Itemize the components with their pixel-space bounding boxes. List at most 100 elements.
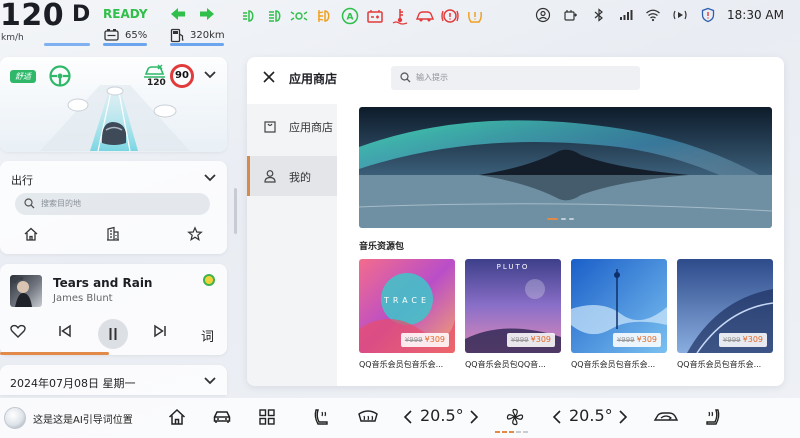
artist-name: James Blunt	[53, 293, 113, 304]
signal-icon	[620, 10, 633, 20]
company-icon[interactable]	[105, 226, 121, 242]
original-price: ¥999	[510, 336, 529, 344]
previous-track-icon[interactable]	[58, 324, 72, 338]
album-art[interactable]	[10, 275, 42, 307]
sidebar-item-label: 应用商店	[289, 121, 333, 134]
fan-icon[interactable]	[505, 407, 525, 427]
car-icon[interactable]	[212, 407, 232, 427]
product-tile[interactable]: ¥999 ¥309	[677, 259, 773, 353]
brake-warning-icon	[441, 9, 459, 23]
temp-left-down-icon[interactable]	[403, 409, 413, 425]
home-icon[interactable]	[23, 226, 39, 242]
shield-icon	[701, 7, 715, 23]
chevron-down-icon[interactable]	[203, 376, 217, 386]
temp-left-up-icon[interactable]	[469, 409, 479, 425]
sidebar-item-mine[interactable]: 我的	[247, 156, 337, 196]
store-sidebar: 应用商店 我的	[247, 104, 337, 386]
store-search-input[interactable]: 输入提示	[391, 66, 640, 90]
lane-view	[40, 85, 190, 151]
sale-price: ¥309	[530, 335, 551, 344]
battery-percent: 65%	[125, 30, 148, 41]
pager-dot-active[interactable]	[547, 218, 558, 220]
defrost-icon[interactable]	[357, 407, 379, 427]
product-caption[interactable]: QQ音乐会员包音乐会...	[359, 359, 455, 370]
battery-icon	[104, 29, 119, 41]
album-cover-image	[12, 277, 32, 307]
original-price: ¥999	[616, 336, 635, 344]
home-icon[interactable]	[167, 407, 187, 427]
product-caption[interactable]: QQ音乐会员包QQ音...	[465, 359, 561, 370]
seat-heat-right-icon[interactable]	[702, 407, 722, 427]
wifi-icon[interactable]	[645, 7, 661, 23]
auto-hold-icon: A	[341, 7, 359, 25]
sidebar-item-app-store[interactable]: 应用商店	[247, 106, 337, 146]
apps-grid-icon[interactable]	[257, 407, 277, 427]
bottom-dock: 这是这是AI引导词位置 20.5° 20.5°	[0, 398, 800, 438]
drive-mode-chip[interactable]: 舒适	[10, 70, 36, 83]
favorite-icon[interactable]	[187, 226, 203, 242]
range-bar	[170, 43, 224, 46]
status-bar: 120 km/h D READY 65% 320km A 18:30 AM	[0, 0, 800, 48]
bluetooth-icon[interactable]	[591, 7, 607, 23]
driving-assist-card[interactable]: 舒适 120 90	[0, 57, 227, 152]
fan-level-segment-off	[516, 431, 521, 433]
parking-light-icon	[243, 10, 254, 22]
ai-assistant-button[interactable]	[4, 407, 26, 429]
fog-light-icon	[317, 10, 330, 22]
product-tile[interactable]: TRACE ¥999 ¥309	[359, 259, 455, 353]
search-icon	[400, 72, 411, 83]
price-tag: ¥999 ¥309	[506, 333, 555, 347]
battery-bar	[103, 43, 147, 46]
fuel-icon	[170, 28, 184, 43]
cover-text: TRACE	[383, 296, 430, 305]
next-track-icon[interactable]	[153, 324, 167, 338]
play-pause-button[interactable]	[98, 319, 128, 349]
pager-dot[interactable]	[561, 218, 566, 220]
lyrics-button[interactable]: 词	[201, 326, 214, 345]
heart-icon[interactable]	[10, 324, 26, 338]
temp-right-down-icon[interactable]	[552, 409, 562, 425]
air-circulation-icon[interactable]	[653, 407, 679, 427]
ready-indicator: READY	[103, 7, 148, 21]
speed-unit: km/h	[1, 33, 24, 43]
price-tag: ¥999 ¥309	[612, 333, 661, 347]
pause-icon	[109, 328, 117, 340]
product-caption[interactable]: QQ音乐会员包音乐会...	[677, 359, 773, 370]
trip-title: 出行	[11, 174, 33, 187]
adaptive-cruise-icon	[144, 64, 165, 78]
speed-bar	[44, 43, 90, 46]
chevron-down-icon[interactable]	[203, 70, 217, 80]
close-icon[interactable]	[262, 70, 276, 84]
seat-heat-left-icon[interactable]	[312, 407, 332, 427]
left-column-scrollbar[interactable]	[234, 188, 237, 234]
fan-level-indicator	[495, 431, 528, 433]
headlight-icon	[269, 10, 281, 22]
product-caption[interactable]: QQ音乐会员包音乐会...	[571, 359, 667, 370]
music-card: Tears and Rain James Blunt 词	[0, 264, 227, 355]
featured-banner[interactable]	[359, 107, 772, 228]
destination-search-input[interactable]: 搜索目的地	[15, 193, 210, 215]
gear-indicator: D	[72, 2, 91, 27]
chevron-down-icon[interactable]	[203, 173, 217, 183]
pager-dot[interactable]	[569, 218, 574, 220]
ai-hint-text[interactable]: 这是这是AI引导词位置	[33, 411, 133, 426]
sale-price: ¥309	[742, 335, 763, 344]
fan-level-segment-on	[502, 431, 507, 433]
product-tile[interactable]: PLUTO ¥999 ¥309	[465, 259, 561, 353]
product-tile[interactable]: ¥999 ¥309	[571, 259, 667, 353]
search-icon	[24, 198, 35, 209]
trip-card: 出行 搜索目的地	[0, 161, 227, 254]
turn-left-icon	[171, 8, 185, 20]
price-tag: ¥999 ¥309	[718, 333, 767, 347]
cruise-icon	[564, 10, 577, 21]
tire-pressure-icon	[468, 11, 482, 23]
playback-progress-bar[interactable]	[0, 352, 109, 355]
temp-left-value: 20.5°	[420, 406, 464, 425]
coolant-icon	[392, 9, 408, 25]
banner-pager[interactable]	[547, 218, 574, 220]
temp-right-up-icon[interactable]	[618, 409, 628, 425]
user-icon[interactable]	[535, 7, 551, 23]
low-beam-icon	[290, 11, 308, 21]
fan-level-segment-on	[509, 431, 514, 433]
store-title: 应用商店	[289, 72, 338, 86]
